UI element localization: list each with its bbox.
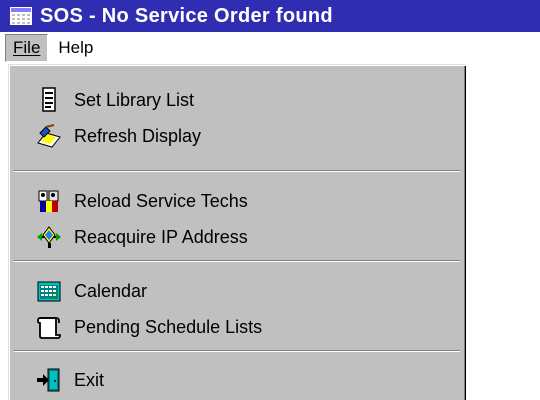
ip-address-icon bbox=[37, 226, 61, 248]
menu-item-label: Reacquire IP Address bbox=[74, 226, 248, 247]
app-window-icon bbox=[10, 7, 32, 25]
menu-item-pending-schedule-lists[interactable]: Pending Schedule Lists bbox=[8, 309, 466, 345]
menu-bar: File Help bbox=[0, 32, 540, 64]
schedule-list-icon bbox=[37, 317, 61, 339]
menu-item-label: Exit bbox=[74, 369, 105, 390]
menu-item-reacquire-ip-address[interactable]: Reacquire IP Address bbox=[8, 219, 466, 255]
window-title: SOS - No Service Order found bbox=[40, 4, 333, 27]
menu-separator bbox=[14, 260, 460, 262]
menu-item-label: Pending Schedule Lists bbox=[74, 316, 263, 337]
service-techs-icon bbox=[38, 190, 59, 212]
menu-item-label: Calendar bbox=[74, 280, 148, 301]
menu-item-label: Reload Service Techs bbox=[74, 190, 248, 211]
menu-item-label: Refresh Display bbox=[74, 125, 202, 146]
refresh-display-icon bbox=[37, 124, 61, 148]
menu-help-label: Help bbox=[58, 38, 94, 57]
menu-item-exit[interactable]: Exit bbox=[8, 362, 466, 398]
file-menu-dropdown: Set Library List Refresh Display Reload … bbox=[8, 64, 466, 400]
menu-file-label: File bbox=[13, 38, 41, 57]
exit-icon bbox=[37, 368, 60, 392]
menu-item-refresh-display[interactable]: Refresh Display bbox=[8, 118, 466, 154]
menu-item-calendar[interactable]: Calendar bbox=[8, 273, 466, 309]
menu-separator bbox=[14, 170, 460, 172]
calendar-icon bbox=[37, 281, 61, 302]
menu-help[interactable]: Help bbox=[50, 34, 101, 62]
menu-file[interactable]: File bbox=[5, 34, 49, 62]
menu-item-set-library-list[interactable]: Set Library List bbox=[8, 82, 466, 118]
menu-item-label: Set Library List bbox=[74, 89, 195, 110]
menu-separator bbox=[14, 350, 460, 352]
title-bar: SOS - No Service Order found bbox=[0, 0, 540, 32]
menu-item-reload-service-techs[interactable]: Reload Service Techs bbox=[8, 183, 466, 219]
library-list-icon bbox=[42, 87, 56, 112]
